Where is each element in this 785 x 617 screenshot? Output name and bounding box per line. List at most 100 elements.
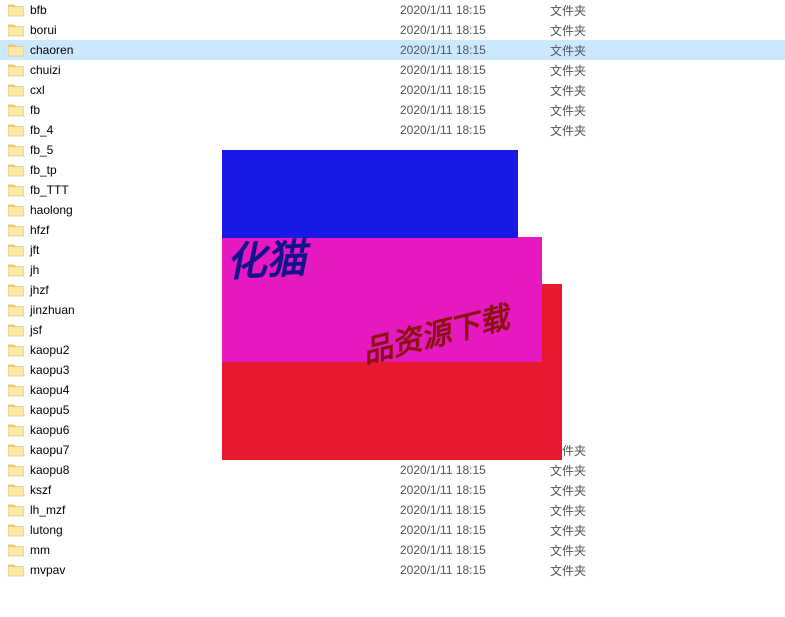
folder-icon [8,163,24,177]
cell-name[interactable]: haolong [8,203,400,217]
table-row[interactable]: lh_mzf2020/1/11 18:15文件夹 [0,500,785,520]
table-row[interactable]: chaoren2020/1/11 18:15文件夹 [0,40,785,60]
table-row[interactable]: fb2020/1/11 18:15文件夹 [0,100,785,120]
file-name-label: kaopu7 [30,443,69,457]
file-name-label: cxl [30,83,45,97]
folder-icon [8,223,24,237]
table-row[interactable]: borui2020/1/11 18:15文件夹 [0,20,785,40]
table-row[interactable]: cxl2020/1/11 18:15文件夹 [0,80,785,100]
folder-icon [8,203,24,217]
file-name-label: kaopu8 [30,463,69,477]
folder-icon [8,63,24,77]
table-row[interactable]: jh [0,260,785,280]
file-name-label: bfb [30,3,47,17]
cell-name[interactable]: jh [8,263,400,277]
table-row[interactable]: kaopu5 [0,400,785,420]
cell-date: 2020/1/11 18:15 [400,123,550,137]
cell-name[interactable]: kaopu5 [8,403,400,417]
cell-date: 2020/1/11 18:15 [400,543,550,557]
cell-name[interactable]: kszf [8,483,400,497]
folder-icon [8,503,24,517]
cell-type: 文件夹 [550,562,650,579]
table-row[interactable]: fb_tp [0,160,785,180]
table-row[interactable]: jinzhuan [0,300,785,320]
table-row[interactable]: jhzf [0,280,785,300]
table-row[interactable]: fb_42020/1/11 18:15文件夹 [0,120,785,140]
cell-name[interactable]: jft [8,243,400,257]
table-row[interactable]: kaopu3 [0,360,785,380]
cell-name[interactable]: cxl [8,83,400,97]
folder-icon [8,83,24,97]
table-row[interactable]: hfzf [0,220,785,240]
cell-name[interactable]: jsf [8,323,400,337]
cell-name[interactable]: fb_4 [8,123,400,137]
cell-name[interactable]: kaopu4 [8,383,400,397]
cell-date: 2020/1/11 18:15 [400,23,550,37]
table-row[interactable]: kaopu82020/1/11 18:15文件夹 [0,460,785,480]
table-row[interactable]: bfb 2020/1/11 18:15文件夹 [0,0,785,20]
file-name-label: fb [30,103,40,117]
cell-name[interactable]: fb_5 [8,143,400,157]
file-name-label: kaopu6 [30,423,69,437]
folder-icon [8,303,24,317]
cell-date: 2020/1/11 18:15 [400,63,550,77]
table-row[interactable]: kaopu72020/1/11 18:15文件夹 [0,440,785,460]
table-row[interactable]: kszf2020/1/11 18:15文件夹 [0,480,785,500]
file-name-label: lh_mzf [30,503,65,517]
table-row[interactable]: kaopu6 [0,420,785,440]
cell-type: 文件夹 [550,42,650,59]
cell-date: 2020/1/11 18:15 [400,3,550,17]
folder-icon [8,263,24,277]
cell-name[interactable]: jinzhuan [8,303,400,317]
cell-type: 文件夹 [550,2,650,19]
cell-name[interactable]: fb_TTT [8,183,400,197]
cell-name[interactable]: fb_tp [8,163,400,177]
folder-icon [8,443,24,457]
table-row[interactable]: kaopu2 [0,340,785,360]
folder-icon [8,243,24,257]
file-name-label: kaopu5 [30,403,69,417]
cell-name[interactable]: kaopu3 [8,363,400,377]
table-row[interactable]: haolong [0,200,785,220]
table-row[interactable]: mvpav2020/1/11 18:15文件夹 [0,560,785,580]
cell-name[interactable]: lutong [8,523,400,537]
folder-icon [8,103,24,117]
cell-name[interactable]: jhzf [8,283,400,297]
file-name-label: kaopu2 [30,343,69,357]
cell-name[interactable]: mvpav [8,563,400,577]
cell-name[interactable]: bfb [8,3,400,17]
folder-icon [8,483,24,497]
file-name-label: kaopu4 [30,383,69,397]
table-row[interactable]: jsf [0,320,785,340]
table-row[interactable]: jft [0,240,785,260]
folder-icon [8,343,24,357]
cell-name[interactable]: mm [8,543,400,557]
table-row[interactable]: mm2020/1/11 18:15文件夹 [0,540,785,560]
cell-name[interactable]: fb [8,103,400,117]
cell-name[interactable]: kaopu7 [8,443,400,457]
folder-icon [8,363,24,377]
cell-name[interactable]: hfzf [8,223,400,237]
table-row[interactable]: fb_5 [0,140,785,160]
cell-name[interactable]: chaoren [8,43,400,57]
folder-icon [8,3,24,17]
cell-date: 2020/1/11 18:15 [400,83,550,97]
table-row[interactable]: lutong2020/1/11 18:15文件夹 [0,520,785,540]
cell-name[interactable]: chuizi [8,63,400,77]
cell-name[interactable]: lh_mzf [8,503,400,517]
folder-icon [8,283,24,297]
file-name-label: kaopu3 [30,363,69,377]
file-name-label: fb_TTT [30,183,69,197]
cell-name[interactable]: kaopu2 [8,343,400,357]
cell-name[interactable]: borui [8,23,400,37]
cell-type: 文件夹 [550,62,650,79]
table-row[interactable]: kaopu4 [0,380,785,400]
table-row[interactable]: chuizi2020/1/11 18:15文件夹 [0,60,785,80]
cell-name[interactable]: kaopu6 [8,423,400,437]
cell-date: 2020/1/11 18:15 [400,523,550,537]
cell-name[interactable]: kaopu8 [8,463,400,477]
folder-icon [8,563,24,577]
folder-icon [8,323,24,337]
table-row[interactable]: fb_TTT [0,180,785,200]
file-list: bfb2020/1/11 18:15文件夹borui2020/1/11 18:1… [0,0,785,580]
